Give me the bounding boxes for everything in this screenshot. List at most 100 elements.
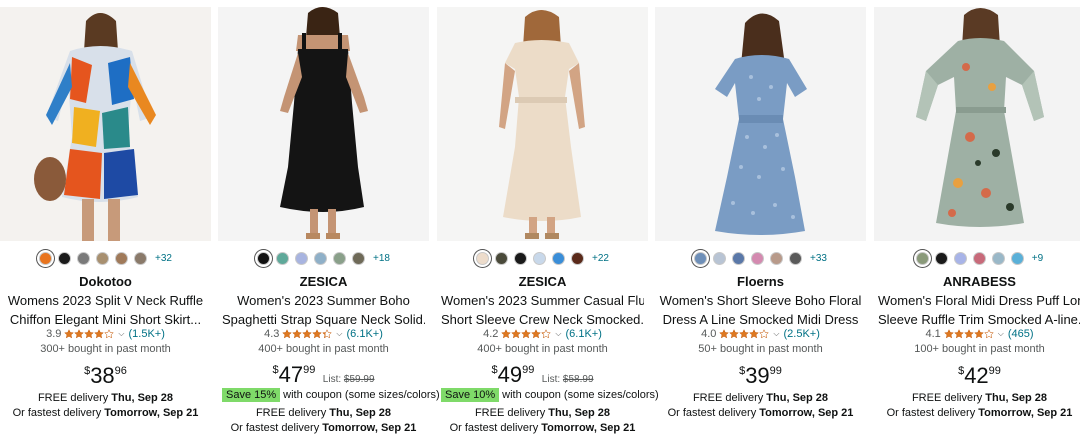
color-swatch[interactable] bbox=[352, 251, 366, 265]
star-rating[interactable] bbox=[282, 329, 333, 339]
product-card[interactable]: +18 ZESICA Women's 2023 Summer Boho Spag… bbox=[218, 0, 440, 446]
fastest-date: Tomorrow, Sep 21 bbox=[978, 407, 1073, 419]
color-swatch[interactable] bbox=[476, 251, 490, 265]
price[interactable]: $4999 bbox=[491, 362, 534, 388]
product-title-link[interactable]: Women's Short Sleeve Boho Floral Dress A… bbox=[659, 291, 862, 329]
more-colors-link[interactable]: +18 bbox=[373, 253, 390, 264]
color-swatch[interactable] bbox=[552, 251, 566, 265]
review-count-link[interactable]: (2.5K+) bbox=[783, 328, 819, 340]
price-symbol: $ bbox=[84, 365, 91, 377]
color-swatch[interactable] bbox=[295, 251, 309, 265]
color-swatch[interactable] bbox=[314, 251, 328, 265]
review-count-link[interactable]: (6.1K+) bbox=[565, 328, 601, 340]
product-image[interactable] bbox=[218, 7, 429, 241]
star-rating[interactable] bbox=[943, 329, 994, 339]
title-line: Spaghetti Strap Square Neck Solid... bbox=[222, 312, 425, 327]
star-icon bbox=[531, 329, 542, 339]
product-card[interactable]: +32 Dokotoo Womens 2023 Split V Neck Ruf… bbox=[0, 0, 211, 446]
price-row: $3896 bbox=[0, 363, 211, 389]
color-swatch[interactable] bbox=[770, 251, 784, 265]
color-swatch[interactable] bbox=[934, 251, 948, 265]
rating-row: 4.1 ⌵ (465) bbox=[874, 328, 1080, 340]
chevron-down-icon[interactable]: ⌵ bbox=[773, 329, 779, 339]
fastest-date: Tomorrow, Sep 21 bbox=[104, 407, 199, 419]
color-swatch[interactable] bbox=[751, 251, 765, 265]
chevron-down-icon[interactable]: ⌵ bbox=[555, 329, 561, 339]
color-swatch[interactable] bbox=[789, 251, 803, 265]
product-title-link[interactable]: Women's 2023 Summer Casual Flutter Short… bbox=[441, 291, 644, 329]
price-row: $4799 List: $59.99 bbox=[218, 362, 429, 388]
fastest-label: Or fastest delivery bbox=[886, 407, 979, 419]
rating-value: 4.3 bbox=[264, 328, 280, 340]
color-swatch[interactable] bbox=[495, 251, 509, 265]
product-title-link[interactable]: Women's 2023 Summer Boho Spaghetti Strap… bbox=[222, 291, 425, 329]
color-swatch[interactable] bbox=[58, 251, 72, 265]
color-swatch[interactable] bbox=[39, 251, 53, 265]
fastest-delivery-line: Or fastest delivery Tomorrow, Sep 21 bbox=[218, 421, 429, 436]
color-swatch[interactable] bbox=[533, 251, 547, 265]
color-swatch[interactable] bbox=[1010, 251, 1024, 265]
star-icon bbox=[84, 329, 95, 339]
list-label: List: bbox=[322, 374, 344, 385]
title-line: Chiffon Elegant Mini Short Skirt... bbox=[9, 312, 202, 327]
review-count-link[interactable]: (1.5K+) bbox=[128, 328, 164, 340]
star-icon bbox=[521, 329, 532, 339]
chevron-down-icon[interactable]: ⌵ bbox=[998, 329, 1004, 339]
color-swatch[interactable] bbox=[571, 251, 585, 265]
more-colors-link[interactable]: +33 bbox=[810, 253, 827, 264]
product-image[interactable] bbox=[0, 7, 211, 241]
product-card[interactable]: +33 Floerns Women's Short Sleeve Boho Fl… bbox=[655, 0, 866, 446]
price[interactable]: $3896 bbox=[84, 363, 127, 389]
color-swatch[interactable] bbox=[514, 251, 528, 265]
star-rating[interactable] bbox=[64, 329, 115, 339]
color-swatch[interactable] bbox=[915, 251, 929, 265]
star-rating[interactable] bbox=[719, 329, 770, 339]
color-swatch[interactable] bbox=[953, 251, 967, 265]
color-swatch[interactable] bbox=[115, 251, 129, 265]
color-swatch[interactable] bbox=[991, 251, 1005, 265]
brand-name: Floerns bbox=[737, 274, 784, 289]
review-count-link[interactable]: (465) bbox=[1008, 328, 1034, 340]
color-swatches: +9 bbox=[874, 251, 1080, 265]
product-card[interactable]: +9 ANRABESS Women's Floral Midi Dress Pu… bbox=[874, 0, 1080, 446]
product-card[interactable]: +22 ZESICA Women's 2023 Summer Casual Fl… bbox=[437, 0, 659, 446]
chevron-down-icon[interactable]: ⌵ bbox=[336, 329, 342, 339]
chevron-down-icon[interactable]: ⌵ bbox=[118, 329, 124, 339]
product-title-link[interactable]: Women's Floral Midi Dress Puff Long Slee… bbox=[878, 291, 1080, 329]
product-image[interactable] bbox=[437, 7, 648, 241]
delivery-date: Thu, Sep 28 bbox=[985, 392, 1048, 404]
price[interactable]: $3999 bbox=[739, 363, 782, 389]
color-swatch[interactable] bbox=[333, 251, 347, 265]
color-swatch[interactable] bbox=[713, 251, 727, 265]
delivery-info: FREE delivery Thu, Sep 28 Or fastest del… bbox=[874, 391, 1080, 421]
star-icon bbox=[64, 329, 75, 339]
review-count-link[interactable]: (6.1K+) bbox=[346, 328, 382, 340]
coupon-badge[interactable]: Save 15% bbox=[222, 388, 281, 402]
more-colors-link[interactable]: +9 bbox=[1032, 253, 1043, 264]
product-image[interactable] bbox=[655, 7, 866, 241]
color-swatch[interactable] bbox=[972, 251, 986, 265]
price[interactable]: $4299 bbox=[958, 363, 1001, 389]
price-row: $4299 bbox=[874, 363, 1080, 389]
star-rating[interactable] bbox=[501, 329, 552, 339]
product-image[interactable] bbox=[874, 7, 1080, 241]
price-cents: 99 bbox=[303, 364, 316, 376]
color-swatch[interactable] bbox=[732, 251, 746, 265]
color-swatch[interactable] bbox=[694, 251, 708, 265]
price[interactable]: $4799 bbox=[272, 362, 315, 388]
title-line: Women's 2023 Summer Boho bbox=[237, 293, 410, 308]
more-colors-link[interactable]: +32 bbox=[155, 253, 172, 264]
coupon-badge[interactable]: Save 10% bbox=[441, 388, 500, 402]
price-whole: 38 bbox=[90, 363, 115, 388]
color-swatch[interactable] bbox=[77, 251, 91, 265]
product-title-link[interactable]: Womens 2023 Split V Neck Ruffle Chiffon … bbox=[4, 291, 207, 329]
list-price: List: $58.99 bbox=[542, 374, 594, 385]
color-swatch[interactable] bbox=[257, 251, 271, 265]
price-whole: 49 bbox=[497, 362, 523, 387]
color-swatch[interactable] bbox=[134, 251, 148, 265]
more-colors-link[interactable]: +22 bbox=[592, 253, 609, 264]
color-swatch[interactable] bbox=[276, 251, 290, 265]
star-icon bbox=[719, 329, 730, 339]
color-swatch[interactable] bbox=[96, 251, 110, 265]
price-whole: 39 bbox=[745, 363, 770, 388]
